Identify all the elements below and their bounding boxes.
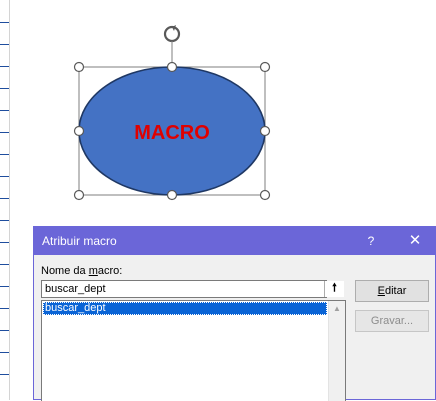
resize-handle-bottom-left[interactable]	[73, 189, 85, 201]
scroll-up-icon[interactable]: ▲	[329, 301, 345, 317]
resize-handle-top-left[interactable]	[73, 61, 85, 73]
resize-handle-bottom[interactable]	[166, 189, 178, 201]
help-button[interactable]: ?	[359, 231, 383, 251]
list-scrollbar[interactable]: ▲	[328, 301, 345, 401]
macro-name-input[interactable]	[41, 280, 327, 298]
list-item[interactable]: buscar_dept	[43, 302, 327, 315]
resize-handle-left[interactable]	[73, 125, 85, 137]
record-button[interactable]: Gravar...	[355, 310, 429, 332]
close-button[interactable]: ✕	[403, 231, 427, 251]
dialog-titlebar[interactable]: Atribuir macro ? ✕	[34, 227, 435, 255]
assign-macro-dialog: Atribuir macro ? ✕ Nome da macro: 🠕 busc…	[33, 226, 436, 401]
dialog-title: Atribuir macro	[42, 234, 117, 248]
shape-text: MACRO	[134, 122, 210, 144]
edit-button[interactable]: Editar	[355, 280, 429, 302]
collapse-dialog-icon[interactable]: 🠕	[324, 281, 344, 297]
resize-handle-top[interactable]	[166, 61, 178, 73]
macro-name-label: Nome da macro:	[41, 265, 123, 277]
rotate-icon[interactable]	[163, 25, 181, 67]
resize-handle-top-right[interactable]	[259, 61, 271, 73]
resize-handle-right[interactable]	[259, 125, 271, 137]
resize-handle-bottom-right[interactable]	[259, 189, 271, 201]
macro-list[interactable]: buscar_dept ▲	[41, 300, 346, 401]
